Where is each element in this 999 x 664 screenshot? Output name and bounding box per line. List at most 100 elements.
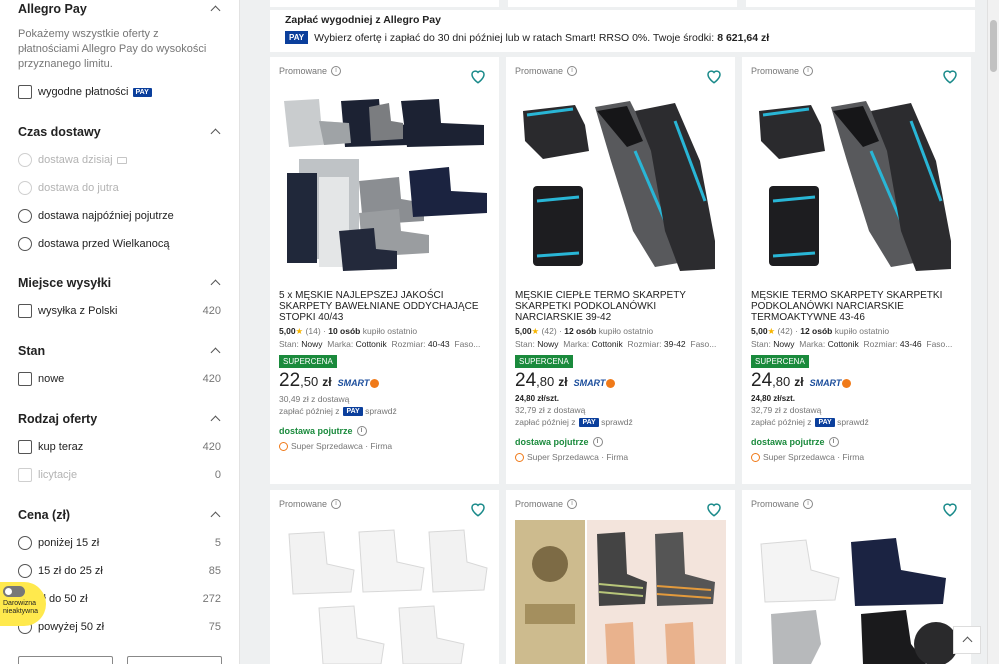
- chevron-up-icon[interactable]: [209, 126, 221, 138]
- radio[interactable]: [18, 564, 32, 578]
- price-from-input[interactable]: [18, 656, 113, 664]
- checkbox[interactable]: [18, 304, 32, 318]
- product-title[interactable]: 5 x MĘSKIE NAJLEPSZEJ JAKOŚCI SKARPETY B…: [279, 290, 490, 323]
- filter-title: Rodzaj oferty: [18, 412, 98, 426]
- price-with-delivery: 32,79 zł z dostawą: [515, 405, 586, 415]
- option-count: 5: [214, 537, 221, 549]
- option-label: wysyłka z Polski: [38, 305, 118, 317]
- medal-icon: [279, 441, 288, 451]
- chevron-up-icon[interactable]: [209, 509, 221, 521]
- filter-description: Pokażemy wszystkie oferty z płatnościami…: [18, 28, 207, 70]
- checkbox[interactable]: [18, 440, 32, 454]
- supercena-badge: SUPERCENA: [751, 355, 809, 368]
- filter-option-licytacje: licytacje 0: [0, 461, 239, 489]
- allegro-pay-banner[interactable]: Zapłać wygodniej z Allegro Pay PAY Wybie…: [270, 10, 975, 52]
- page-scrollbar[interactable]: [987, 0, 999, 664]
- socks-image: [284, 99, 487, 271]
- radio[interactable]: [18, 237, 32, 251]
- filter-option-wysylka-z-polski[interactable]: wysyłka z Polski 420: [0, 297, 239, 325]
- info-icon[interactable]: i: [803, 499, 814, 509]
- info-icon[interactable]: i: [803, 66, 814, 76]
- filter-option-nowe[interactable]: nowe 420: [0, 365, 239, 393]
- unit-price: 24,80 zł/szt.: [515, 394, 560, 403]
- available-funds: 8 621,64 zł: [717, 31, 770, 44]
- filter-title: Cena (zł): [18, 508, 71, 522]
- info-icon[interactable]: i: [356, 426, 367, 437]
- option-count: 420: [202, 373, 221, 385]
- product-title[interactable]: MĘSKIE CIEPŁE TERMO SKARPETY SKARPETKI P…: [515, 290, 726, 323]
- pay-later-row[interactable]: zapłać później z PAY sprawdź: [515, 417, 726, 428]
- info-icon[interactable]: i: [592, 437, 603, 448]
- product-image[interactable]: [515, 514, 726, 664]
- option-label: zł do 50 zł: [38, 593, 88, 605]
- info-icon[interactable]: i: [331, 66, 342, 76]
- info-icon[interactable]: i: [828, 437, 839, 448]
- filter-option-kup-teraz[interactable]: kup teraz 420: [0, 433, 239, 461]
- product-card[interactable]: Promowane i: [270, 490, 499, 664]
- radio[interactable]: [18, 536, 32, 550]
- filter-option-dostawa-pojutrze[interactable]: dostawa najpóźniej pojutrze: [0, 202, 239, 230]
- info-icon[interactable]: i: [331, 499, 342, 509]
- filter-option-price-15-25[interactable]: 15 zł do 25 zł 85: [0, 557, 239, 585]
- product-image[interactable]: [751, 514, 962, 664]
- ski-socks-image: [523, 101, 715, 271]
- price-to-input[interactable]: [127, 656, 222, 664]
- product-title[interactable]: MĘSKIE TERMO SKARPETY SKARPETKI PODKOLAN…: [751, 290, 962, 323]
- chevron-up-icon[interactable]: [209, 345, 221, 357]
- product-image[interactable]: [279, 514, 490, 664]
- delivery-info: dostawa pojutrze i: [279, 426, 490, 437]
- chevron-up-icon[interactable]: [209, 413, 221, 425]
- filter-section-delivery-time[interactable]: Czas dostawy: [0, 124, 239, 140]
- allegro-pay-logo: PAY: [285, 31, 309, 44]
- product-card[interactable]: Promowane i: [742, 490, 971, 664]
- product-image[interactable]: [751, 81, 962, 281]
- filter-section-allegro-pay[interactable]: Allegro Pay: [0, 1, 239, 17]
- filter-section-offer-type[interactable]: Rodzaj oferty: [0, 411, 239, 427]
- chevron-up-icon[interactable]: [209, 3, 221, 15]
- scrollbar-thumb[interactable]: [990, 20, 997, 72]
- banner-title: Zapłać wygodniej z Allegro Pay: [285, 14, 441, 26]
- radio[interactable]: [18, 209, 32, 223]
- pay-later-row[interactable]: zapłać później z PAY sprawdź: [279, 406, 490, 417]
- pay-later-row[interactable]: zapłać później z PAY sprawdź: [751, 417, 962, 428]
- filter-section-shipping-place[interactable]: Miejsce wysyłki: [0, 275, 239, 291]
- checkbox[interactable]: [18, 372, 32, 386]
- filter-title: Czas dostawy: [18, 125, 101, 139]
- smart-badge: SMART: [338, 378, 380, 389]
- product-card[interactable]: Promowane i 5 x MĘSKIE NAJLEPSZEJ JAKOŚCI…: [270, 57, 499, 484]
- chevron-up-icon[interactable]: [209, 277, 221, 289]
- info-icon[interactable]: i: [567, 499, 578, 509]
- filter-option-price-under-15[interactable]: poniżej 15 zł 5: [0, 529, 239, 557]
- product-card[interactable]: Promowane i: [506, 490, 735, 664]
- product-card[interactable]: Promowane i MĘSKIE TERMO SKARPETY SKARPET…: [742, 57, 971, 484]
- donation-label: Darowizna: [3, 600, 37, 607]
- filter-section-price[interactable]: Cena (zł): [0, 507, 239, 523]
- toggle-switch[interactable]: [3, 586, 25, 597]
- checkbox[interactable]: [18, 85, 32, 99]
- price-inputs: [18, 656, 222, 664]
- radio: [18, 181, 32, 195]
- donation-toggle[interactable]: Darowizna nieaktywna: [0, 582, 46, 626]
- option-label: dostawa najpóźniej pojutrze: [38, 210, 174, 222]
- medal-icon: [515, 452, 524, 462]
- back-to-top-button[interactable]: [953, 626, 981, 654]
- filter-section-condition[interactable]: Stan: [0, 343, 239, 359]
- pay-badge: PAY: [132, 87, 152, 97]
- ankle-socks-image: [760, 538, 958, 664]
- star-icon: ★: [767, 326, 776, 336]
- price-with-delivery: 30,49 zł z dostawą: [279, 394, 350, 404]
- filters-sidebar: Allegro Pay Pokażemy wszystkie oferty z …: [0, 0, 240, 664]
- product-image[interactable]: [279, 81, 490, 281]
- filter-option-dostawa-przed-wielkanoca[interactable]: dostawa przed Wielkanocą: [0, 230, 239, 258]
- option-label: licytacje: [38, 469, 78, 481]
- banner-text-row: PAY Wybierz ofertę i zapłać do 30 dni pó…: [285, 31, 960, 44]
- product-image[interactable]: [515, 81, 726, 281]
- filter-option-wygodne-platnosci[interactable]: wygodne płatności PAY: [0, 78, 239, 106]
- option-label: powyżej 50 zł: [38, 621, 105, 633]
- donation-status: nieaktywna: [3, 608, 39, 615]
- smart-badge: SMART: [810, 378, 852, 389]
- filter-title: Allegro Pay: [18, 2, 87, 16]
- product-card[interactable]: Promowane i MĘSKIE CIEPŁE TERMO SKARPETY …: [506, 57, 735, 484]
- truck-icon: [116, 156, 127, 164]
- info-icon[interactable]: i: [567, 66, 578, 76]
